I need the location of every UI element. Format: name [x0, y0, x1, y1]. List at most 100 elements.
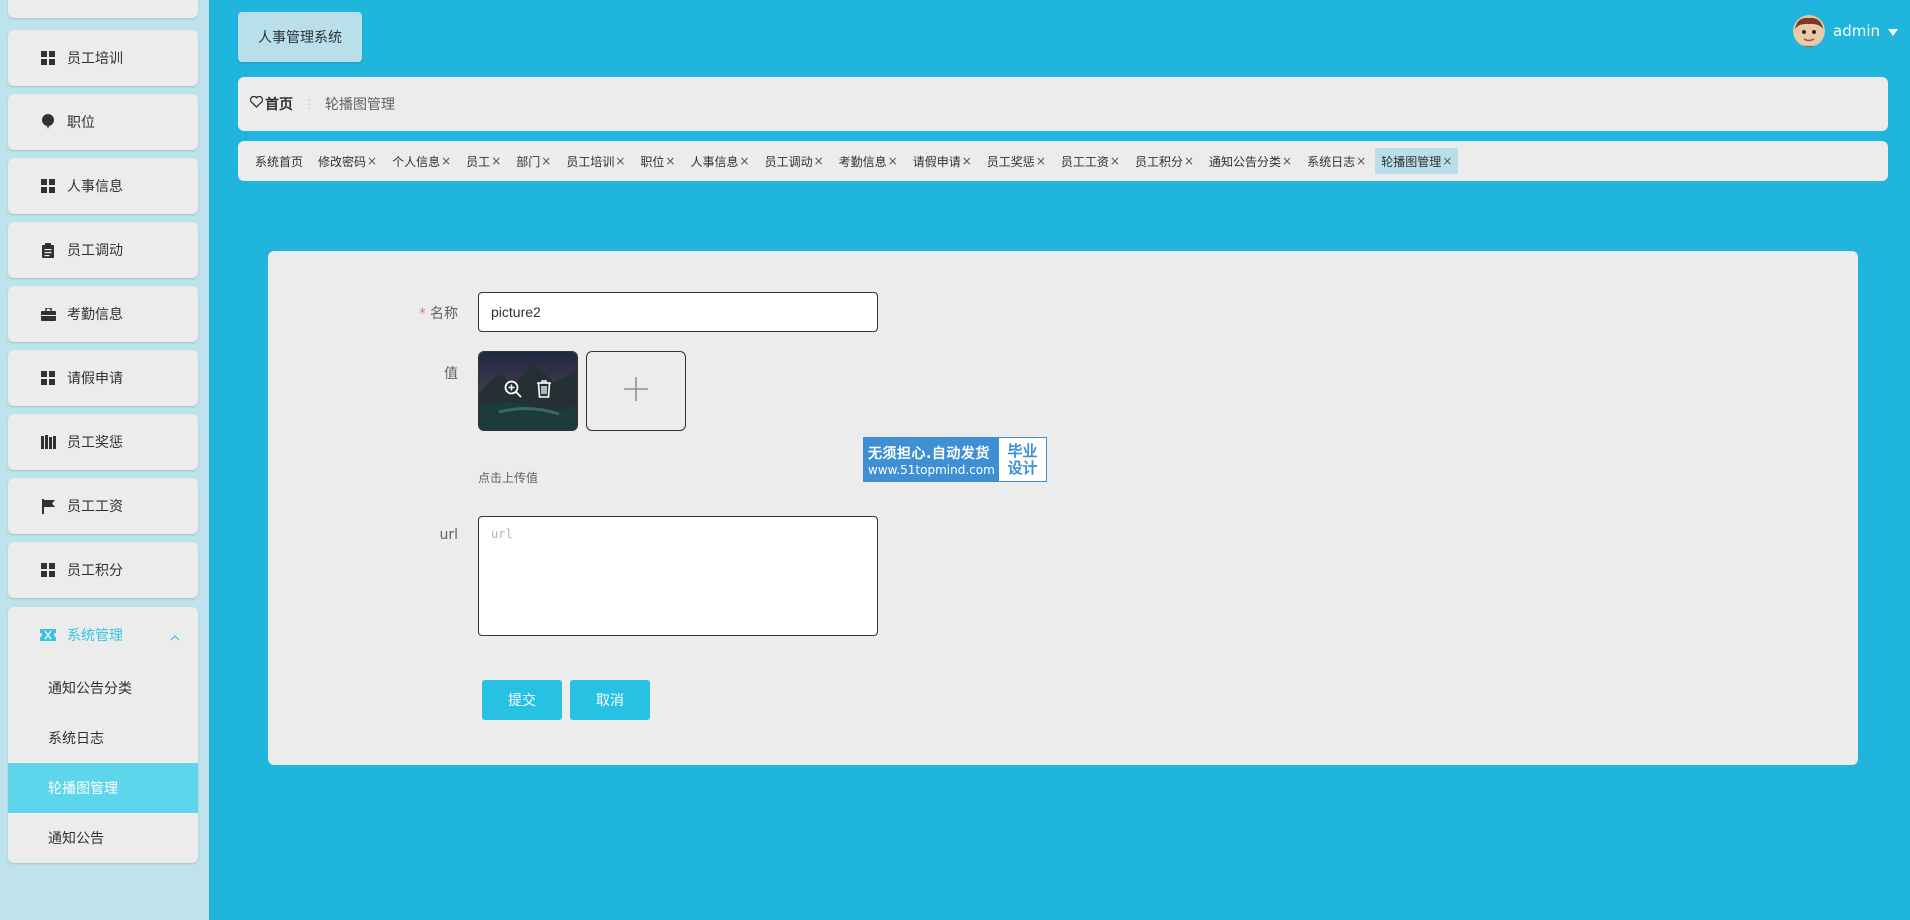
tab-tag-label: 系统日志 [1307, 154, 1356, 169]
grid-icon [40, 370, 56, 386]
tab-tag[interactable]: 考勤信息 × [833, 148, 904, 174]
tab-tag[interactable]: 职位 × [634, 148, 681, 174]
close-icon[interactable]: × [740, 154, 750, 168]
close-icon[interactable]: × [541, 154, 551, 168]
tab-tag-label: 员工培训 [566, 154, 615, 169]
sidebar-item-label: 员工积分 [67, 563, 123, 579]
close-icon[interactable]: × [1356, 154, 1366, 168]
close-icon[interactable]: × [367, 154, 377, 168]
tab-tag[interactable]: 员工奖惩 × [981, 148, 1052, 174]
close-icon[interactable]: × [1110, 154, 1120, 168]
close-icon[interactable]: × [665, 154, 675, 168]
close-icon[interactable]: × [814, 154, 824, 168]
sidebar: 员工培训 职位 人事信息 员工调动 考勤信息 请假申请 员工奖惩 员工工资 员工… [0, 0, 209, 920]
avatar[interactable] [1793, 15, 1825, 47]
close-icon[interactable]: × [1282, 154, 1292, 168]
sidebar-item-attendance[interactable]: 考勤信息 [8, 286, 198, 342]
tab-tag[interactable]: 人事信息 × [684, 148, 755, 174]
ticket-icon [40, 627, 56, 643]
close-icon[interactable]: × [1442, 154, 1452, 168]
name-label: * 名称 [378, 303, 458, 323]
tab-tag-label: 员工奖惩 [986, 154, 1035, 169]
sidebar-subitem-notice-category[interactable]: 通知公告分类 [8, 663, 198, 713]
sidebar-item-salary[interactable]: 员工工资 [8, 478, 198, 534]
tab-tag[interactable]: 员工积分 × [1129, 148, 1200, 174]
tab-tag[interactable]: 修改密码 × [312, 148, 383, 174]
tab-tag-label: 职位 [640, 154, 665, 169]
sidebar-item-employee-transfer[interactable]: 员工调动 [8, 222, 198, 278]
sidebar-item-label: 职位 [67, 115, 95, 131]
sidebar-item-personnel-info[interactable]: 人事信息 [8, 158, 198, 214]
breadcrumb-current: 轮播图管理 [325, 97, 395, 113]
caret-down-icon[interactable] [1888, 22, 1898, 40]
tab-tag[interactable]: 系统日志 × [1301, 148, 1372, 174]
close-icon[interactable]: × [888, 154, 898, 168]
chevron-up-icon[interactable] [170, 629, 180, 645]
name-input[interactable] [478, 292, 878, 332]
upload-hint: 点击上传值 [478, 471, 539, 485]
breadcrumb-home[interactable]: 首页 [249, 94, 293, 114]
form-card: *名称 值 [268, 251, 1858, 765]
close-icon[interactable]: × [615, 154, 625, 168]
submit-button[interactable]: 提交 [482, 680, 562, 720]
required-asterisk: * [419, 306, 426, 322]
tab-tag[interactable]: 员工 × [460, 148, 507, 174]
sidebar-subitem-system-log[interactable]: 系统日志 [8, 713, 198, 763]
sidebar-item-position[interactable]: 职位 [8, 94, 198, 150]
close-icon[interactable]: × [441, 154, 451, 168]
tab-tag[interactable]: 系统首页 [249, 148, 309, 174]
cancel-button[interactable]: 取消 [570, 680, 650, 720]
sidebar-item-label: 员工调动 [67, 243, 123, 259]
tab-tag[interactable]: 个人信息 × [386, 148, 457, 174]
tab-tag[interactable]: 员工调动 × [759, 148, 830, 174]
sidebar-item-label: 人事信息 [67, 179, 123, 195]
sidebar-system-menu: 系统管理 通知公告分类 系统日志 轮播图管理 通知公告 [8, 607, 198, 863]
tab-tag-label: 员工工资 [1060, 154, 1109, 169]
tab-tag[interactable]: 部门 × [510, 148, 557, 174]
app-title[interactable]: 人事管理系统 [238, 12, 362, 62]
url-textarea[interactable] [478, 516, 878, 636]
watermark-right: 毕业 设计 [999, 438, 1046, 481]
balloon-icon [40, 114, 56, 130]
close-icon[interactable]: × [1184, 154, 1194, 168]
sidebar-subitem-notice[interactable]: 通知公告 [8, 813, 198, 863]
books-icon [40, 434, 56, 450]
tab-tag[interactable]: 通知公告分类 × [1203, 148, 1298, 174]
sidebar-item-points[interactable]: 员工积分 [8, 542, 198, 598]
url-label: url [439, 527, 458, 543]
sidebar-item-rewards[interactable]: 员工奖惩 [8, 414, 198, 470]
uploaded-image-thumbnail[interactable] [478, 351, 578, 431]
tab-tag-label: 考勤信息 [838, 154, 887, 169]
sidebar-item-employee-training[interactable]: 员工培训 [8, 30, 198, 86]
user-menu[interactable]: admin [1793, 15, 1898, 47]
close-icon[interactable]: × [962, 154, 972, 168]
grid-icon [40, 178, 56, 194]
sidebar-subitem-carousel-management[interactable]: 轮播图管理 [8, 763, 198, 813]
tab-tag[interactable]: 请假申请 × [907, 148, 978, 174]
watermark-line2: www.51topmind.com [868, 462, 995, 477]
tab-tag[interactable]: 轮播图管理 × [1375, 148, 1459, 174]
tab-tag[interactable]: 员工培训 × [560, 148, 631, 174]
watermark-banner: 无须担心.自动发货 www.51topmind.com 毕业 设计 [863, 437, 1047, 482]
thumbnail-actions [479, 352, 577, 430]
upload-add-button[interactable] [586, 351, 686, 431]
close-icon[interactable]: × [1036, 154, 1046, 168]
tab-tag-label: 部门 [516, 154, 541, 169]
tab-tag[interactable]: 员工工资 × [1055, 148, 1126, 174]
sidebar-item-label: 考勤信息 [67, 307, 123, 323]
sidebar-item-label: 请假申请 [67, 371, 123, 387]
close-icon[interactable]: × [491, 154, 501, 168]
tab-tag-label: 请假申请 [912, 154, 961, 169]
watermark-line1: 无须担心.自动发货 [868, 445, 990, 462]
sidebar-menu-card-top [8, 0, 198, 18]
flag-icon [40, 498, 56, 514]
tab-tag-label: 轮播图管理 [1381, 154, 1442, 169]
sidebar-item-system-management[interactable]: 系统管理 [8, 607, 198, 663]
zoom-in-icon[interactable] [504, 380, 522, 402]
username[interactable]: admin [1833, 22, 1880, 40]
sidebar-item-leave-request[interactable]: 请假申请 [8, 350, 198, 406]
breadcrumb-separator: ⋮ [303, 97, 315, 111]
delete-icon[interactable] [536, 380, 552, 402]
tab-tag-label: 个人信息 [392, 154, 441, 169]
watermark-right-line1: 毕业 [1007, 441, 1038, 460]
